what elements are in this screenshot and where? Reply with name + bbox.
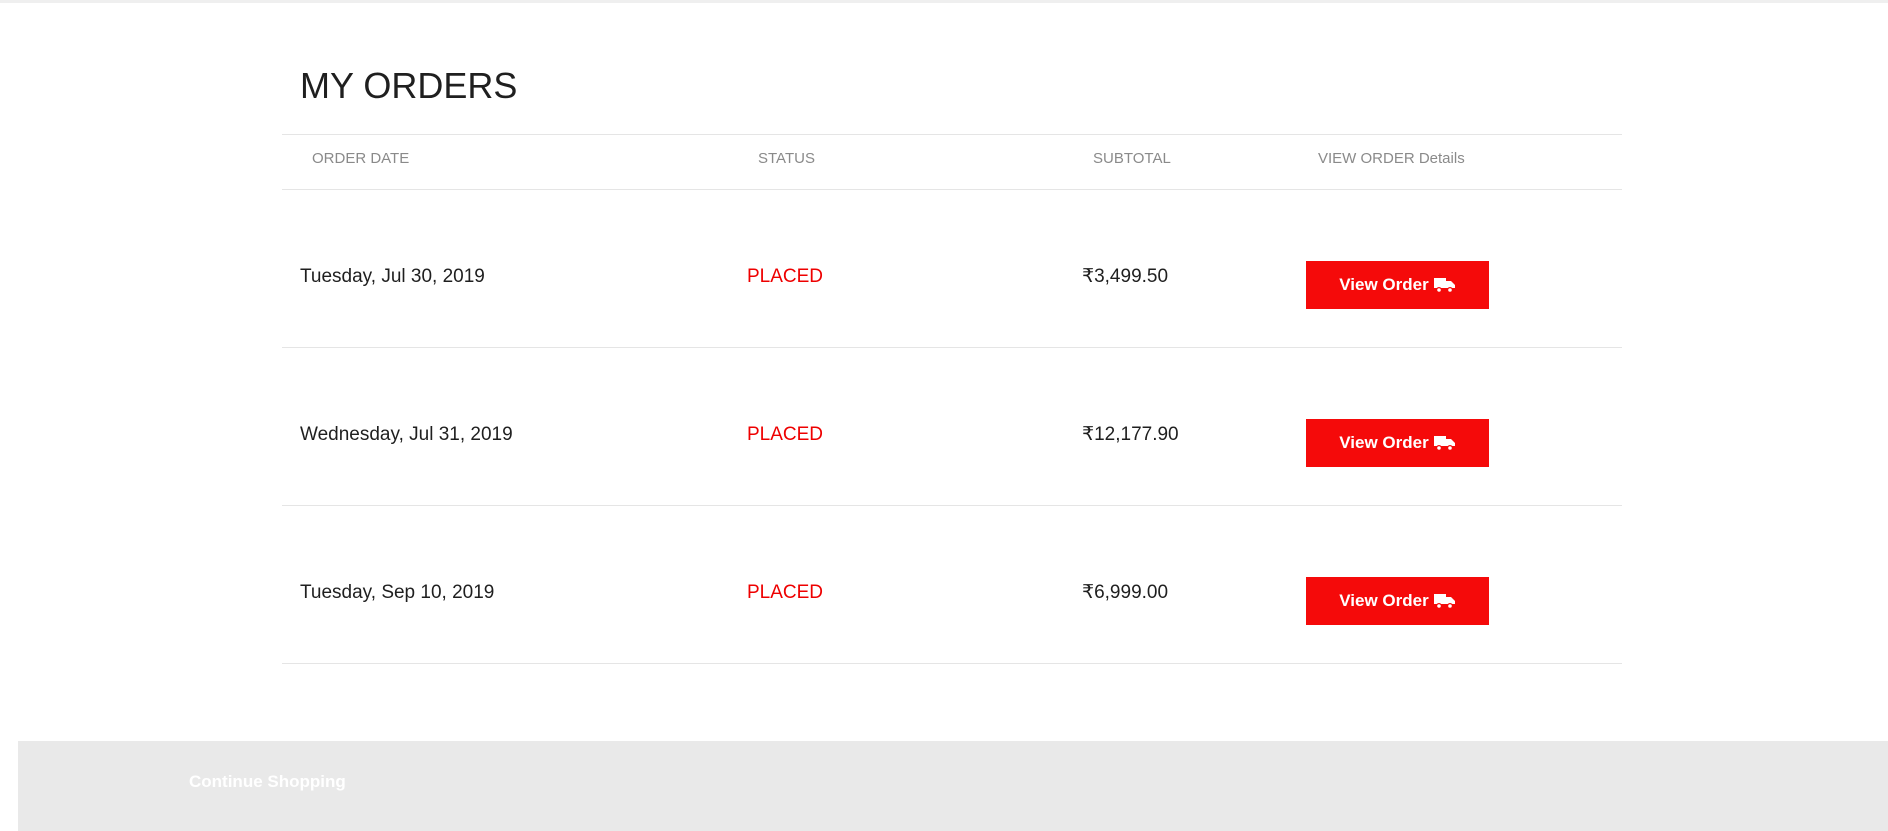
truck-icon bbox=[1433, 593, 1456, 609]
order-subtotal: ₹6,999.00 bbox=[1082, 582, 1169, 603]
order-subtotal: ₹12,177.90 bbox=[1082, 424, 1179, 445]
truck-icon bbox=[1433, 435, 1456, 451]
order-status: PLACED bbox=[747, 582, 824, 603]
view-order-button[interactable]: View Order bbox=[1306, 577, 1489, 625]
order-date: Tuesday, Sep 10, 2019 bbox=[300, 582, 495, 603]
view-order-label: View Order bbox=[1339, 591, 1429, 610]
view-order-label: View Order bbox=[1339, 433, 1429, 452]
order-date: Wednesday, Jul 31, 2019 bbox=[300, 424, 513, 445]
footer-bar: Continue Shopping bbox=[18, 741, 1888, 831]
top-divider bbox=[0, 0, 1888, 3]
order-status: PLACED bbox=[747, 266, 824, 287]
page-title: MY ORDERS bbox=[300, 65, 518, 106]
view-order-label: View Order bbox=[1339, 275, 1429, 294]
table-row: Tuesday, Jul 30, 2019 PLACED ₹3,499.50 V… bbox=[282, 189, 1622, 347]
table-row: Tuesday, Sep 10, 2019 PLACED ₹6,999.00 V… bbox=[282, 505, 1622, 663]
view-order-button[interactable]: View Order bbox=[1306, 261, 1489, 309]
order-subtotal: ₹3,499.50 bbox=[1082, 266, 1169, 287]
column-header-order-date: ORDER DATE bbox=[312, 150, 410, 167]
column-header-status: STATUS bbox=[758, 150, 815, 167]
row-divider bbox=[282, 663, 1622, 664]
order-date: Tuesday, Jul 30, 2019 bbox=[300, 266, 485, 287]
column-header-view-order: VIEW ORDER Details bbox=[1318, 150, 1465, 167]
truck-icon bbox=[1433, 277, 1456, 293]
table-top-divider bbox=[282, 134, 1622, 135]
view-order-button[interactable]: View Order bbox=[1306, 419, 1489, 467]
table-row: Wednesday, Jul 31, 2019 PLACED ₹12,177.9… bbox=[282, 347, 1622, 505]
continue-shopping-link[interactable]: Continue Shopping bbox=[189, 772, 346, 792]
column-header-subtotal: SUBTOTAL bbox=[1093, 150, 1171, 167]
order-status: PLACED bbox=[747, 424, 824, 445]
